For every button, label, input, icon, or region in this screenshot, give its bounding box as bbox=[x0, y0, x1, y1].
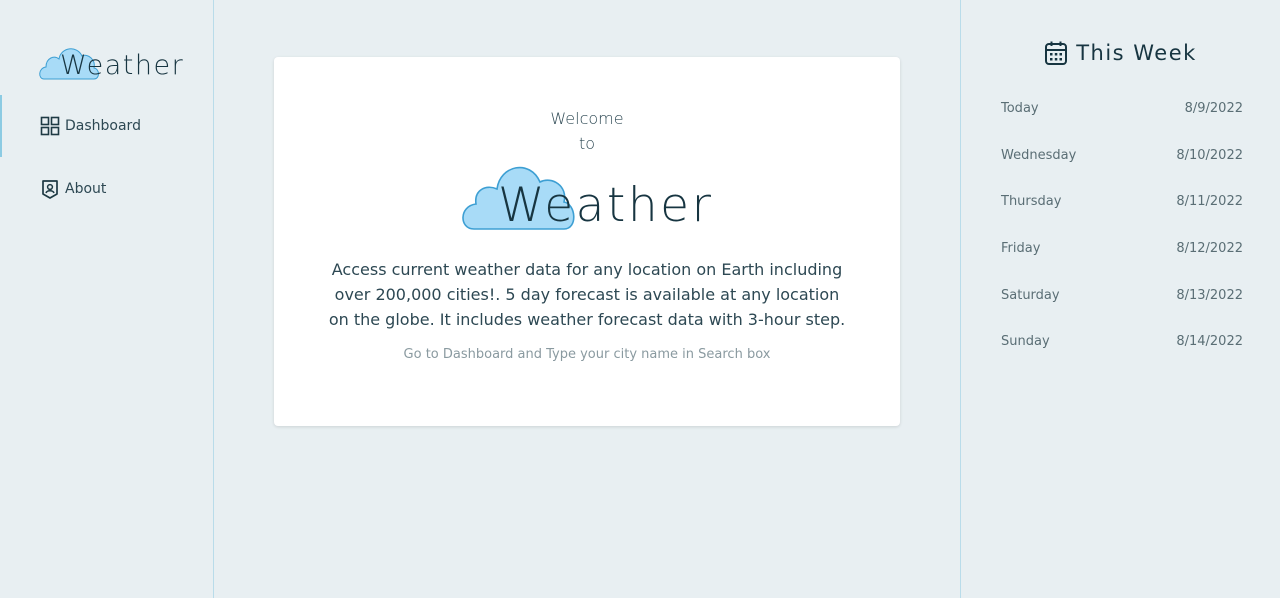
sidebar: Weather Dashboard About bbox=[0, 0, 214, 598]
week-panel: This Week Today 8/9/2022 Wednesday 8/10/… bbox=[960, 0, 1280, 598]
week-title-text: This Week bbox=[1076, 41, 1197, 65]
day-date: 8/10/2022 bbox=[1176, 147, 1243, 163]
app-root: Weather Dashboard About Welcome to Weath… bbox=[0, 0, 1280, 598]
day-date: 8/12/2022 bbox=[1176, 240, 1243, 256]
day-name: Saturday bbox=[1001, 287, 1060, 303]
sidebar-item-dashboard[interactable]: Dashboard bbox=[0, 95, 213, 157]
day-row-sunday: Sunday 8/14/2022 bbox=[1001, 330, 1243, 352]
user-badge-icon bbox=[40, 179, 60, 199]
day-name: Today bbox=[1001, 100, 1039, 116]
day-name: Sunday bbox=[1001, 333, 1050, 349]
welcome-hint: Go to Dashboard and Type your city name … bbox=[403, 347, 771, 362]
day-date: 8/14/2022 bbox=[1176, 333, 1243, 349]
welcome-card: Welcome to Weather Access current weathe… bbox=[274, 57, 900, 426]
welcome-description: Access current weather data for any loca… bbox=[328, 260, 846, 329]
day-row-today: Today 8/9/2022 bbox=[1001, 97, 1243, 119]
day-row-wednesday: Wednesday 8/10/2022 bbox=[1001, 144, 1243, 166]
day-row-thursday: Thursday 8/11/2022 bbox=[1001, 190, 1243, 212]
grid-icon bbox=[40, 116, 60, 136]
sidebar-item-label: About bbox=[65, 181, 107, 197]
day-name: Friday bbox=[1001, 240, 1041, 256]
day-name: Thursday bbox=[1001, 193, 1062, 209]
day-name: Wednesday bbox=[1001, 147, 1077, 163]
day-date: 8/9/2022 bbox=[1184, 100, 1243, 116]
day-row-saturday: Saturday 8/13/2022 bbox=[1001, 284, 1243, 306]
day-date: 8/13/2022 bbox=[1176, 287, 1243, 303]
welcome-logo: Weather bbox=[460, 154, 720, 234]
sidebar-item-label: Dashboard bbox=[65, 118, 141, 134]
day-date: 8/11/2022 bbox=[1176, 193, 1243, 209]
main-content: Welcome to Weather Access current weathe… bbox=[214, 0, 960, 598]
day-row-friday: Friday 8/12/2022 bbox=[1001, 237, 1243, 259]
calendar-icon bbox=[1044, 40, 1068, 66]
week-title: This Week bbox=[961, 40, 1280, 66]
app-logo[interactable]: Weather bbox=[38, 38, 183, 84]
welcome-to: to bbox=[578, 134, 596, 153]
logo-text: Weather bbox=[60, 50, 185, 81]
welcome-heading: Welcome bbox=[550, 109, 624, 128]
sidebar-item-about[interactable]: About bbox=[0, 158, 213, 220]
logo-text: Weather bbox=[498, 178, 714, 233]
